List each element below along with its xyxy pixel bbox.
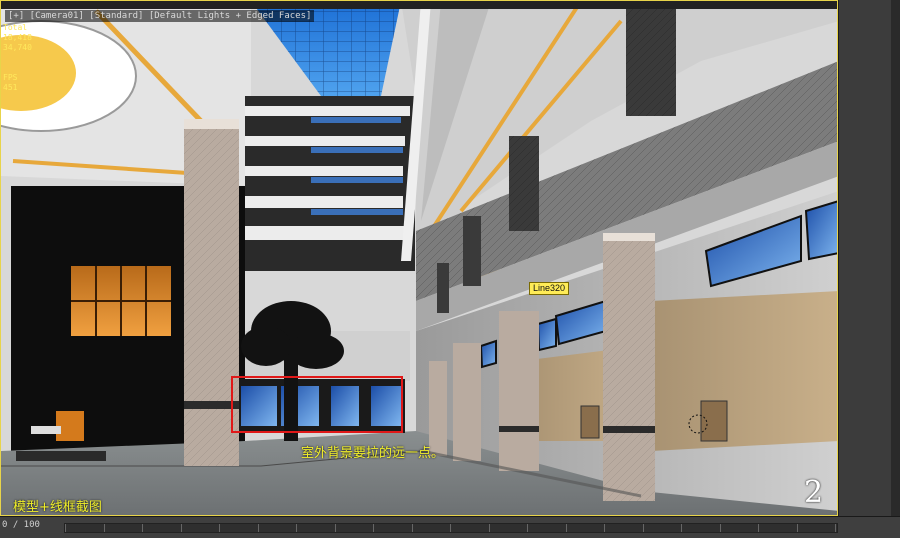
viewport-number: 2: [804, 475, 824, 510]
stat-line: 34,740: [3, 43, 32, 52]
timeline-tick: [488, 524, 490, 532]
caption: 模型+线框截图: [13, 500, 102, 515]
stat-line: 451: [3, 83, 18, 92]
timeline-tick: [411, 524, 413, 532]
timeline-tick: [681, 524, 682, 532]
command-panel[interactable]: [838, 0, 900, 516]
time-track[interactable]: [64, 523, 838, 533]
viewport-top-bar: [1, 1, 837, 9]
timeline-tick: [450, 524, 451, 532]
timeline-tick: [835, 524, 836, 532]
timeline-tick: [142, 524, 143, 532]
atrium-balconies: [245, 96, 415, 271]
timeline-tick: [604, 524, 605, 532]
panel-edge: [891, 0, 900, 516]
timeline-tick: [642, 524, 644, 532]
timeline-tick: [373, 524, 374, 532]
time-slider[interactable]: 0 / 100: [0, 516, 900, 538]
object-tooltip: Line320: [529, 282, 570, 295]
timeline-tick: [527, 524, 528, 532]
stat-line: Total: [3, 23, 28, 32]
annotation-highlight-box: [231, 376, 403, 433]
viewport[interactable]: [+] [Camera01] [Standard] [Default Light…: [0, 0, 838, 516]
timeline-tick: [296, 524, 297, 532]
timeline-tick: [65, 524, 66, 532]
timeline-tick: [796, 524, 798, 532]
timeline-tick: [103, 524, 105, 532]
viewport-label[interactable]: [+] [Camera01] [Standard] [Default Light…: [5, 10, 315, 22]
timeline-tick: [565, 524, 567, 532]
stat-line: 18,418: [3, 33, 32, 42]
timeline-tick: [758, 524, 759, 532]
timeline-tick: [334, 524, 336, 532]
atrium-render: [1, 1, 837, 515]
timeline-tick: [719, 524, 721, 532]
timeline-tick: [219, 524, 220, 532]
time-slider-label: 0 / 100: [2, 520, 40, 530]
timeline-tick: [257, 524, 259, 532]
timeline-tick: [180, 524, 182, 532]
annotation-note: 室外背景要拉的远一点。: [301, 446, 445, 461]
stat-line: FPS: [3, 73, 18, 82]
